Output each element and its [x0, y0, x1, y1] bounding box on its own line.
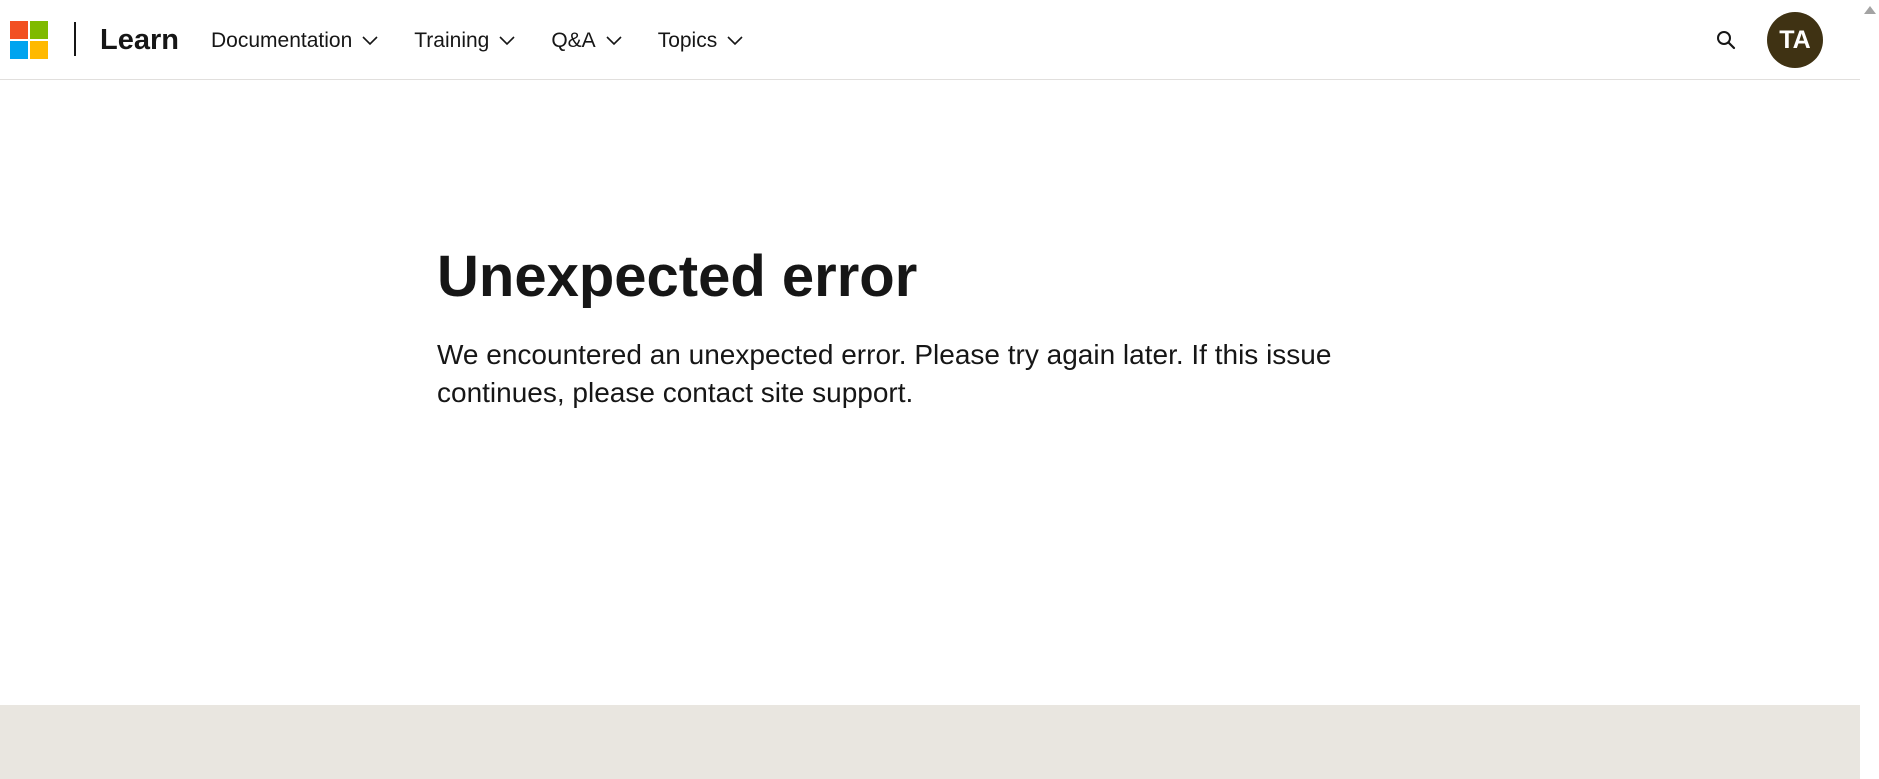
nav-topics[interactable]: Topics [658, 29, 744, 53]
logo-divider [74, 22, 76, 56]
logo-square-green [30, 21, 48, 39]
nav-training[interactable]: Training [414, 29, 515, 53]
chevron-down-icon [606, 36, 622, 46]
nav-label: Q&A [551, 29, 596, 52]
page: Learn Documentation Training Q&A Topics [0, 0, 1860, 779]
brand-link[interactable]: Learn [100, 21, 179, 59]
logo-square-yellow [30, 41, 48, 59]
logo-square-red [10, 21, 28, 39]
chevron-down-icon [499, 36, 515, 46]
search-icon [1717, 31, 1736, 50]
vertical-scrollbar[interactable] [1860, 0, 1879, 779]
user-avatar[interactable]: TA [1767, 12, 1823, 68]
footer-band [0, 705, 1860, 779]
microsoft-logo[interactable] [10, 21, 48, 59]
nav-documentation[interactable]: Documentation [211, 29, 378, 53]
chevron-down-icon [362, 36, 378, 46]
nav-label: Documentation [211, 29, 353, 52]
site-header: Learn Documentation Training Q&A Topics [0, 0, 1860, 80]
logo-square-blue [10, 41, 28, 59]
page-title: Unexpected error [437, 244, 918, 309]
main-nav: Documentation Training Q&A Topics [211, 24, 779, 58]
nav-label: Training [414, 29, 490, 52]
nav-label: Topics [657, 29, 718, 52]
scroll-up-arrow-icon[interactable] [1864, 6, 1876, 14]
error-content: Unexpected error We encountered an unexp… [437, 240, 1397, 412]
search-button[interactable] [1715, 29, 1737, 51]
nav-qa[interactable]: Q&A [551, 29, 622, 53]
chevron-down-icon [727, 36, 743, 46]
error-message: We encountered an unexpected error. Plea… [437, 339, 1332, 408]
